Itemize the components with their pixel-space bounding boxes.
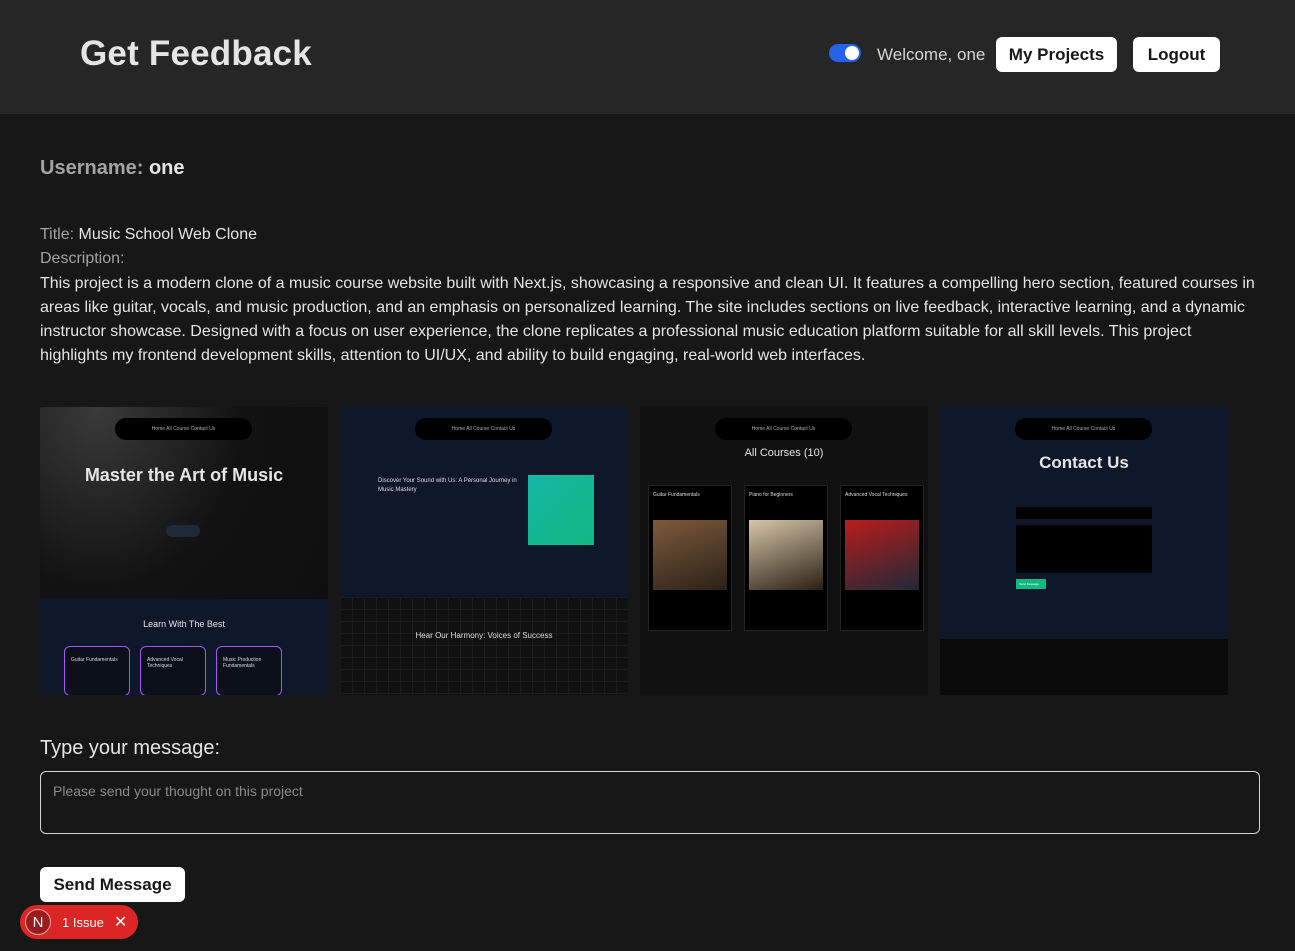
screenshot-4[interactable]: Home All Course Contact Us Contact Us Se… [940,407,1228,695]
mini-hero-title: Master the Art of Music [84,465,284,485]
title-label: Title: [40,226,75,243]
top-navbar: Get Feedback Welcome, one My Projects Lo… [0,0,1295,114]
toggle-knob [845,46,859,60]
mini-footer [940,639,1228,695]
screenshot-3[interactable]: Home All Course Contact Us All Courses (… [640,407,928,695]
screenshot-2[interactable]: Home All Course Contact Us Discover Your… [340,407,628,695]
mini-card: Guitar Fundamentals [64,646,130,695]
nextjs-logo-icon: N [25,909,51,935]
mini-course-title: Advanced Vocal Techniques [845,492,908,498]
mini-course-image [653,520,727,590]
description-text: This project is a modern clone of a musi… [40,275,1255,364]
description-label: Description: [40,250,125,267]
brand-title[interactable]: Get Feedback [80,34,312,74]
mini-course-card: Guitar Fundamentals [648,485,732,631]
screenshot-gallery: Home All Course Contact Us Master the Ar… [40,407,1230,695]
send-message-button[interactable]: Send Message [40,867,185,902]
mini-nav: Home All Course Contact Us [1015,418,1152,440]
mini-course-image [845,520,919,590]
mini-heading: Contact Us [1039,453,1129,472]
mini-course-title: Piano for Beginners [749,492,793,498]
title-value: Music School Web Clone [78,226,257,243]
mini-course-title: Guitar Fundamentals [653,492,700,498]
my-projects-button[interactable]: My Projects [996,37,1117,72]
welcome-text: Welcome, one [877,45,986,64]
mini-nav: Home All Course Contact Us [415,418,552,440]
mini-course-image [749,520,823,590]
screenshot-1[interactable]: Home All Course Contact Us Master the Ar… [40,407,328,695]
message-textarea[interactable] [40,771,1260,834]
mini-grid-section: Hear Our Harmony: Voices of Success [340,597,628,695]
mini-featured-section: Learn With The Best Guitar Fundamentals … [40,599,328,695]
mini-send-button: Send Message [1016,579,1046,589]
username-line: Username: one [40,157,185,180]
issue-count[interactable]: 1 Issue [62,915,104,930]
dev-issues-badge[interactable]: N 1 Issue ✕ [20,905,138,939]
mini-heading: All Courses (10) [744,447,824,459]
mini-course-card: Piano for Beginners [744,485,828,631]
mini-heading: Discover Your Sound with Us: A Personal … [378,478,517,493]
mini-card: Advanced Vocal Techniques [140,646,206,695]
theme-toggle[interactable] [829,44,861,62]
mini-input [1016,507,1152,519]
mini-nav: Home All Course Contact Us [115,418,252,440]
mini-gradient-image [528,475,594,545]
mini-section-title: Learn With The Best [143,619,225,629]
project-title: Title: Music School Web Clone [40,226,257,244]
mini-course-card: Advanced Vocal Techniques [840,485,924,631]
logout-button[interactable]: Logout [1133,37,1220,72]
mini-hero-button [166,525,200,537]
mini-card: Music Production Fundamentals [216,646,282,695]
mini-section-title: Hear Our Harmony: Voices of Success [415,631,553,640]
message-label: Type your message: [40,737,221,759]
close-icon[interactable]: ✕ [114,912,127,932]
mini-textarea [1016,525,1152,573]
username-value: one [148,157,185,179]
mini-nav: Home All Course Contact Us [715,418,852,440]
username-label: Username: [40,157,144,179]
